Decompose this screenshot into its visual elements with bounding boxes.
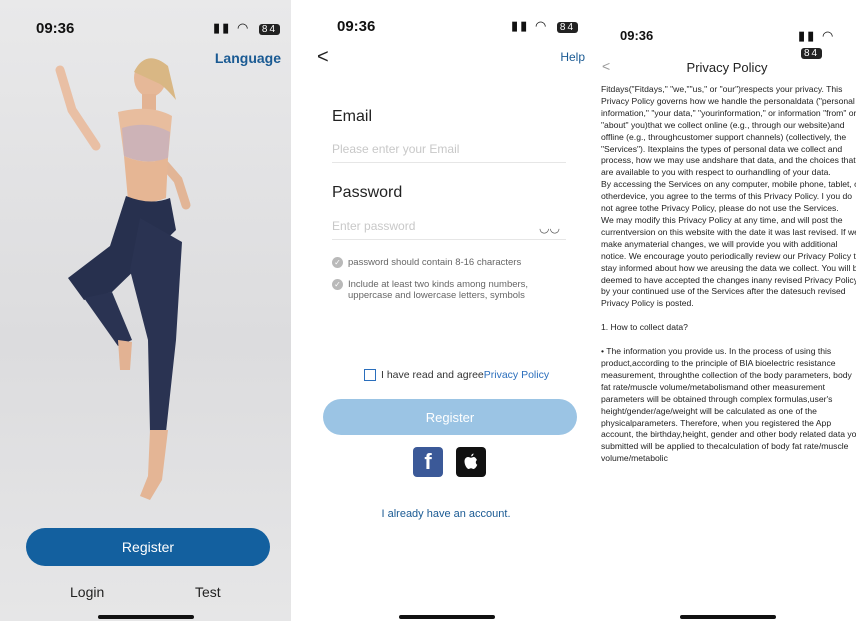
cellular-icon: ▮▮ [511,18,530,33]
rule-text: password should contain 8-16 characters [348,257,522,268]
policy-paragraph: • The information you provide us. In the… [601,346,856,464]
status-icons: ▮▮ ◠ 84 [511,18,579,34]
check-icon: ✓ [332,279,343,290]
register-button[interactable]: Register [323,399,577,435]
register-button[interactable]: Register [26,528,270,566]
battery-icon: 84 [258,24,281,35]
help-link[interactable]: Help [560,50,585,64]
athlete-photo [55,58,191,500]
cellular-icon: ▮▮ [798,28,817,43]
wifi-icon: ◠ [534,18,549,33]
check-icon: ✓ [332,257,343,268]
page-title: Privacy Policy [686,60,768,75]
wifi-icon: ◠ [236,20,251,35]
agree-text: I have read and agree [381,369,484,381]
apple-icon[interactable] [456,447,486,477]
login-link[interactable]: Login [70,584,104,600]
email-field[interactable] [332,142,566,163]
welcome-screen: 09:36 ▮▮ ◠ 84 Language Register Login Te… [0,0,291,621]
battery-icon: 84 [556,22,579,33]
home-indicator [399,615,495,619]
home-indicator [98,615,194,619]
policy-heading: 1. How to collect data? [601,322,688,333]
policy-paragraph: We may modify this Privacy Policy at any… [601,214,856,309]
register-screen: 09:36 ▮▮ ◠ 84 < Help Email Password ◡◡ ✓… [301,0,591,621]
policy-body: Fitdays("Fitdays," "we,""us," or "our")r… [601,84,856,465]
already-have-account-link[interactable]: I already have an account. [301,508,591,520]
rule-text: Include at least two kinds among numbers… [348,279,529,301]
email-title: Email [332,108,373,125]
status-time: 09:36 [620,28,654,43]
test-link[interactable]: Test [195,584,221,600]
password-rule-length: ✓ password should contain 8-16 character… [332,257,572,268]
back-button[interactable]: < [317,46,329,69]
status-time: 09:36 [337,18,376,35]
facebook-icon[interactable]: f [413,447,443,477]
privacy-policy-screen: 09:36 ▮▮ ◠ 84 < Privacy Policy Fitdays("… [598,0,856,621]
status-time: 09:36 [36,20,75,37]
eye-closed-icon[interactable]: ◡◡ [539,221,560,235]
privacy-policy-link[interactable]: Privacy Policy [484,369,549,381]
privacy-agree-row: I have read and agree Privacy Policy [364,369,549,381]
cellular-icon: ▮▮ [213,20,232,35]
password-field[interactable] [332,219,566,240]
status-icons: ▮▮ ◠ 84 [798,28,856,59]
home-indicator [680,615,776,619]
wifi-icon: ◠ [821,28,836,43]
password-rule-complexity: ✓ Include at least two kinds among numbe… [332,279,572,301]
agree-checkbox[interactable] [364,369,376,381]
policy-paragraph: Fitdays("Fitdays," "we,""us," or "our")r… [601,84,856,178]
status-icons: ▮▮ ◠ 84 [213,20,281,36]
battery-icon: 84 [801,48,823,59]
policy-paragraph: By accessing the Services on any compute… [601,179,856,214]
password-title: Password [332,184,403,201]
